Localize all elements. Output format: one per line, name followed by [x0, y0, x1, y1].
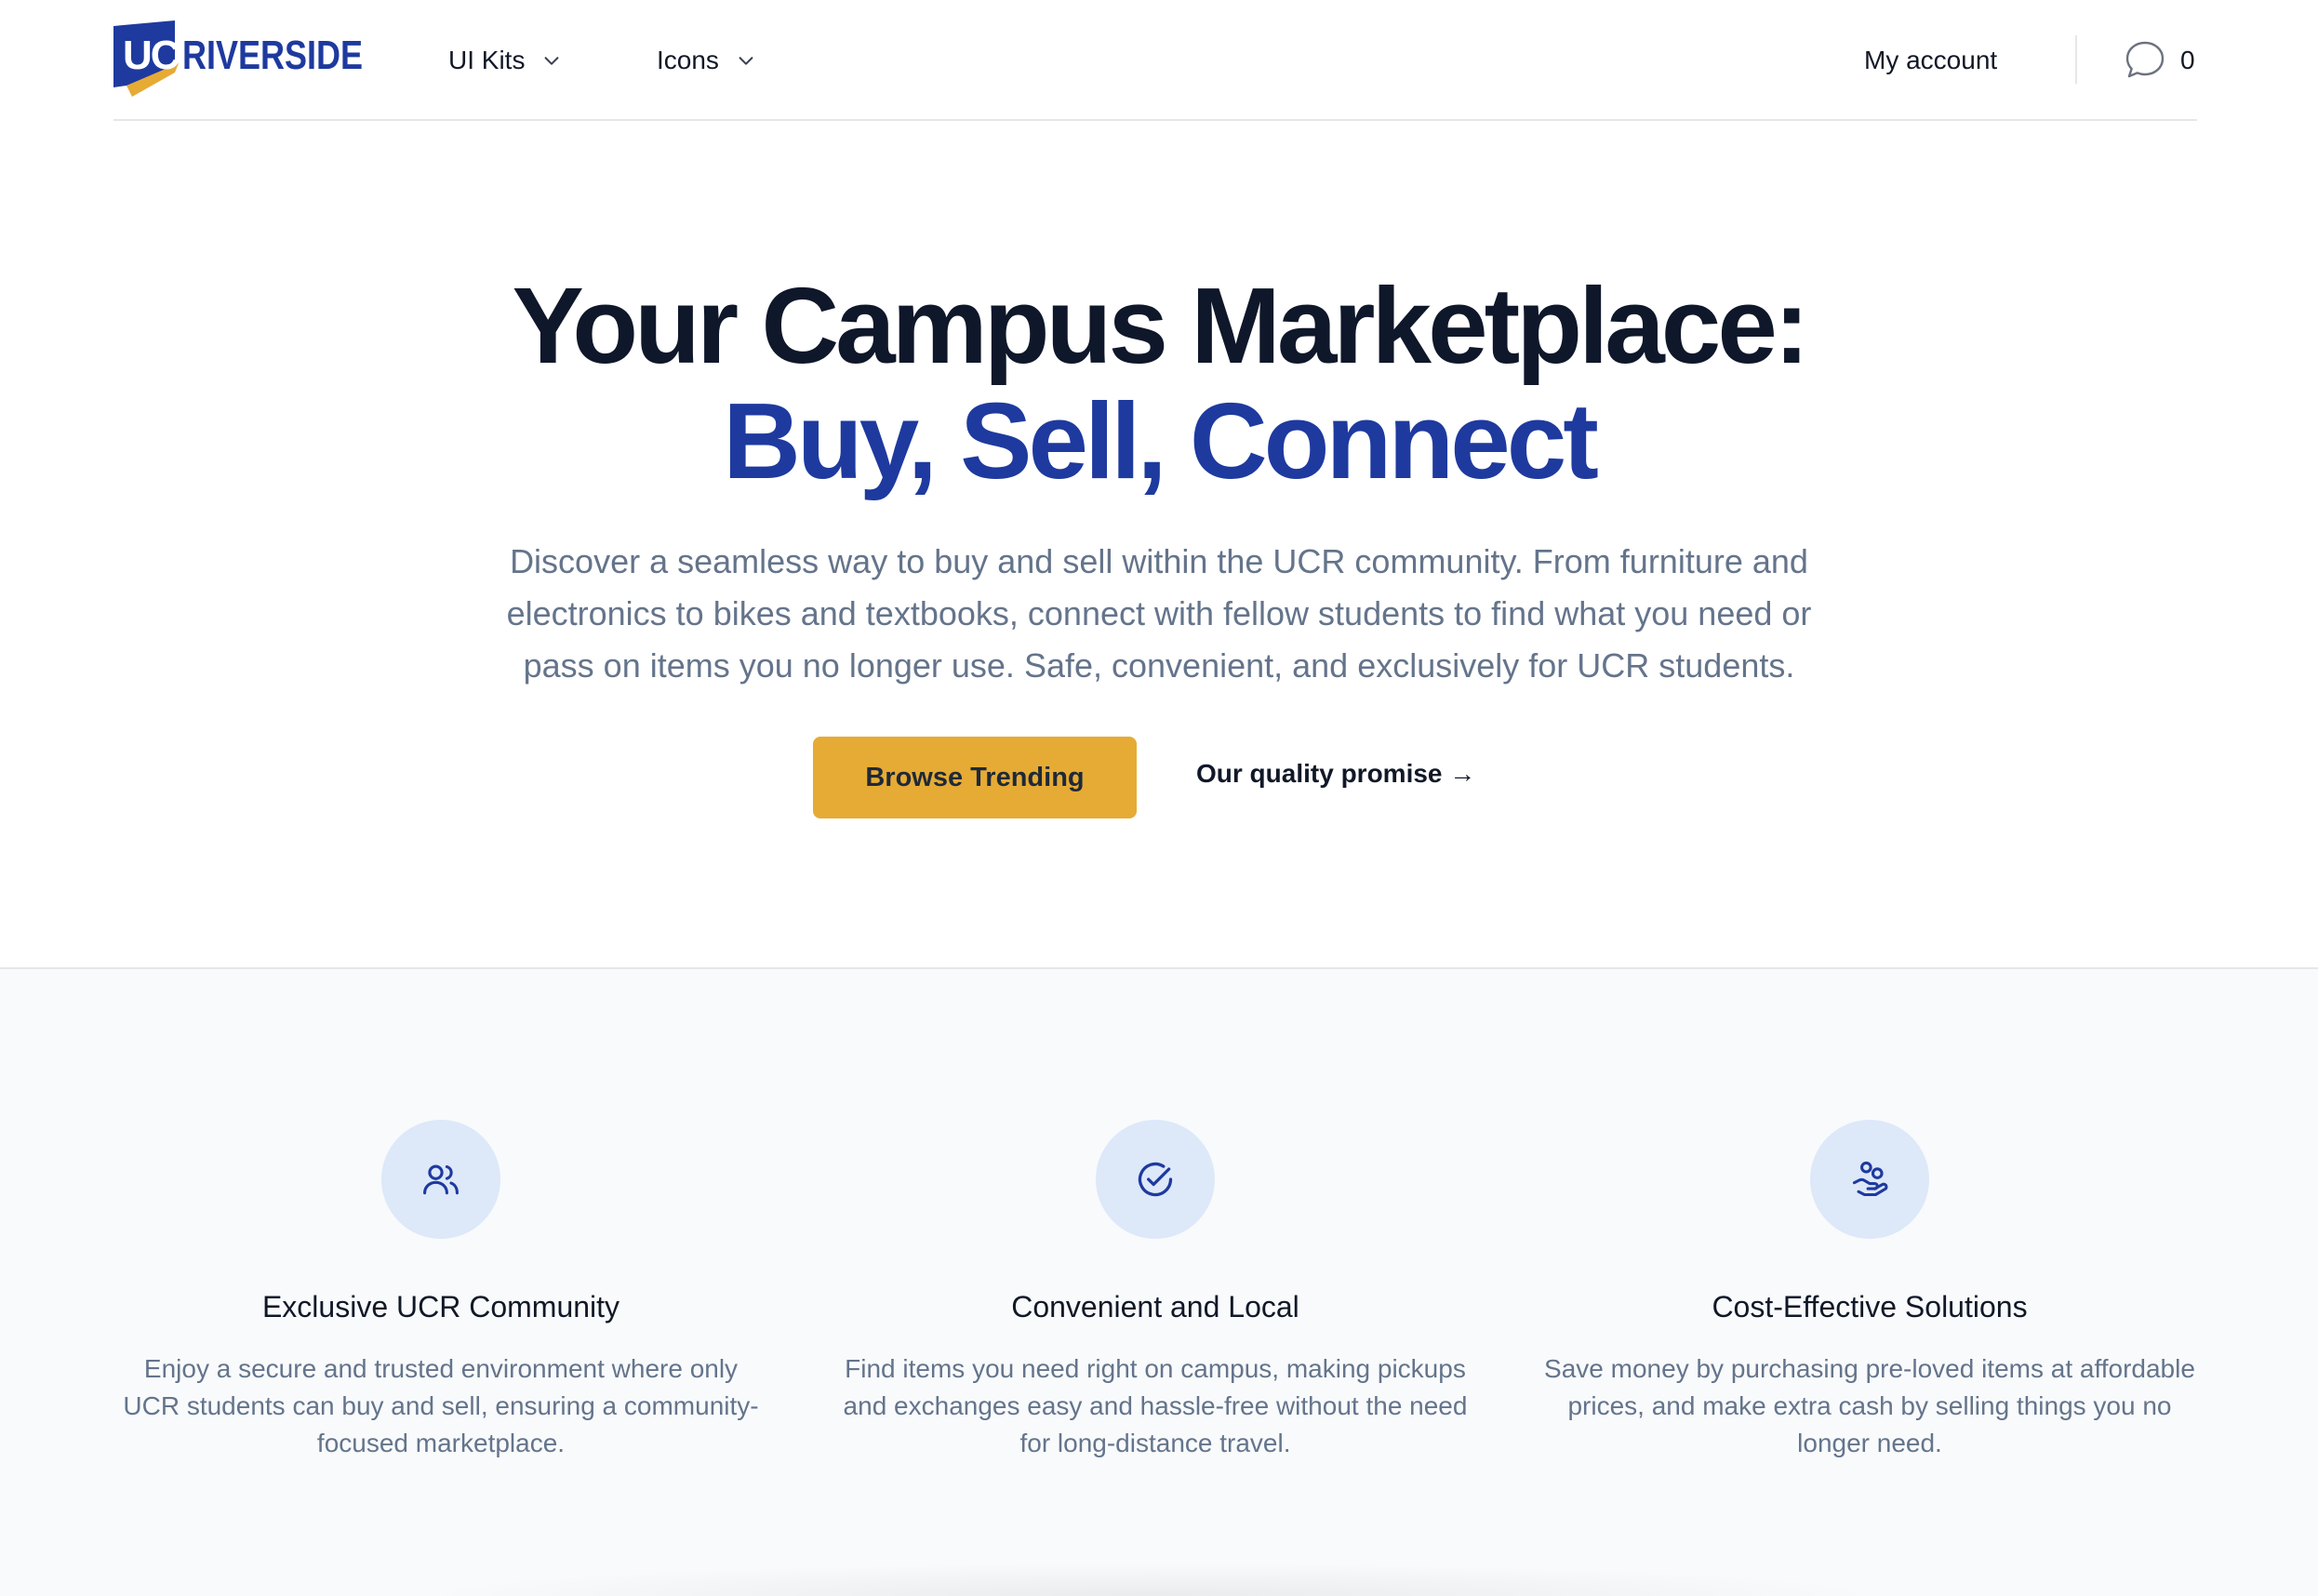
svg-text:RIVERSIDE: RIVERSIDE [182, 33, 363, 78]
feature-text: Find items you need right on campus, mak… [843, 1354, 1468, 1457]
message-count: 0 [2180, 46, 2195, 74]
nav-ui-kits-label: UI Kits [448, 46, 526, 74]
nav-ui-kits-dropdown[interactable]: UI Kits [448, 41, 562, 80]
site-header: UC RIVERSIDE UI Kits Icons My account 0 [113, 0, 2197, 121]
feature-icon-badge [1810, 1120, 1929, 1239]
users-icon [423, 1164, 459, 1195]
browse-trending-button[interactable]: Browse Trending [813, 737, 1137, 818]
chevron-down-icon [545, 57, 559, 65]
my-account-link[interactable]: My account [1864, 41, 1997, 80]
feature-icon-badge [1096, 1120, 1215, 1239]
nav-icons-label: Icons [657, 46, 719, 74]
hero-title-line1: Your Campus Marketplace: [512, 265, 1810, 386]
features-section: Exclusive UCR Community Enjoy a secure a… [0, 967, 2318, 1596]
chevron-down-icon [739, 57, 753, 65]
svg-text:UC: UC [123, 33, 180, 78]
quality-promise-link[interactable]: Our quality promise → [1196, 755, 1475, 792]
hero-title: Your Campus Marketplace: Buy, Sell, Conn… [0, 268, 2318, 499]
nav-icons-dropdown[interactable]: Icons [657, 41, 756, 80]
check-circle-icon [1138, 1162, 1173, 1197]
hero-subtitle: Discover a seamless way to buy and sell … [506, 542, 1812, 685]
header-divider [2075, 35, 2077, 84]
feature-title: Exclusive UCR Community [261, 1290, 620, 1323]
feature-title: Cost-Effective Solutions [1712, 1290, 2028, 1323]
feature-title: Convenient and Local [1011, 1290, 1299, 1323]
hand-coins-icon [1852, 1161, 1888, 1197]
feature-text: Enjoy a secure and trusted environment w… [123, 1354, 759, 1457]
feature-text: Save money by purchasing pre-loved items… [1544, 1354, 2195, 1457]
uc-riverside-logo[interactable]: UC RIVERSIDE [113, 20, 365, 99]
feature-icon-badge [381, 1120, 500, 1239]
chat-bubble-icon[interactable] [2123, 37, 2167, 82]
card-shadow-edge [409, 1563, 1898, 1596]
hero-title-line2: Buy, Sell, Connect [723, 380, 1599, 501]
